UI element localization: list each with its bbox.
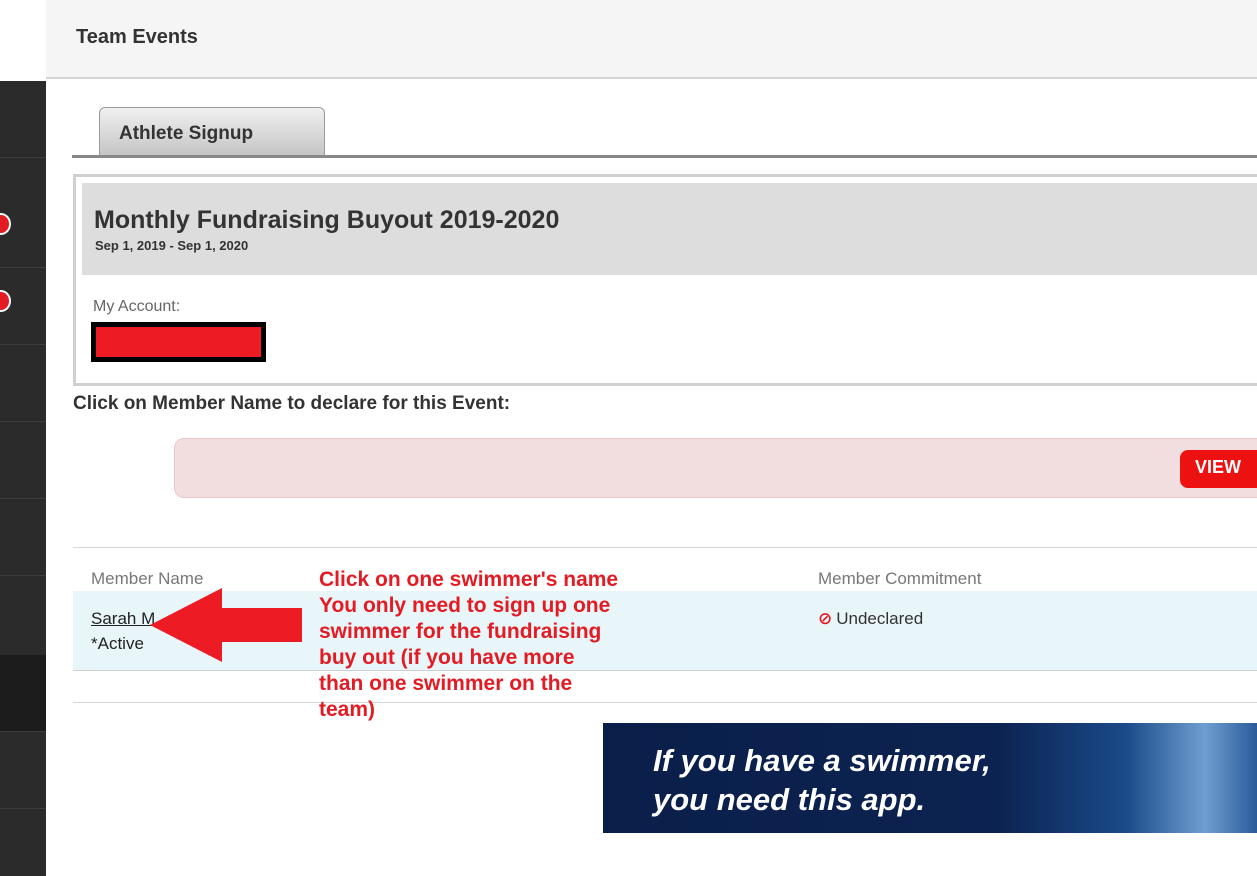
alert-box	[174, 438, 1257, 498]
sidebar-item-active[interactable]	[0, 655, 46, 732]
banner-line-2: you need this app.	[653, 782, 926, 817]
annotation-text: Click on one swimmer's name You only nee…	[319, 567, 759, 723]
sidebar-item-5[interactable]	[0, 422, 46, 499]
tab-athlete-signup[interactable]: Athlete Signup	[99, 107, 325, 156]
sidebar-item-6[interactable]	[0, 499, 46, 576]
declare-prompt: Click on Member Name to declare for this…	[73, 393, 511, 414]
banner-line-1: If you have a swimmer,	[653, 743, 991, 778]
notification-badge	[0, 290, 11, 312]
sidebar	[0, 81, 46, 876]
view-button[interactable]: VIEW	[1180, 450, 1257, 488]
annotation-line: than one swimmer on the	[319, 672, 573, 695]
annotation-line: Click on one swimmer's name	[319, 568, 619, 591]
sidebar-item-3[interactable]	[0, 268, 46, 345]
app-banner-ad[interactable]: If you have a swimmer, you need this app…	[603, 723, 1257, 833]
sidebar-item-1[interactable]	[0, 81, 46, 158]
annotation-line: buy out (if you have more	[319, 646, 575, 669]
table-divider	[73, 547, 1257, 548]
col-header-member-commitment: Member Commitment	[818, 569, 982, 588]
tab-divider	[72, 155, 1257, 158]
member-commitment: ⊘ Undeclared	[818, 609, 923, 629]
notification-badge	[0, 213, 11, 235]
sidebar-item-4[interactable]	[0, 345, 46, 422]
left-arrow-icon	[150, 588, 302, 662]
account-label: My Account:	[93, 298, 181, 315]
member-name-link[interactable]: Sarah M	[91, 609, 155, 629]
col-header-member-name: Member Name	[91, 569, 204, 588]
annotation-line: swimmer for the fundraising	[319, 620, 602, 643]
sidebar-item-2[interactable]	[0, 191, 46, 268]
event-header: Monthly Fundraising Buyout 2019-2020 Sep…	[82, 183, 1257, 275]
ban-icon: ⊘	[818, 609, 833, 628]
event-panel: Monthly Fundraising Buyout 2019-2020 Sep…	[73, 174, 1257, 386]
redacted-account	[91, 322, 266, 362]
commitment-text: Undeclared	[836, 609, 924, 628]
sidebar-item-8[interactable]	[0, 732, 46, 809]
page-header: Team Events	[46, 0, 1257, 79]
event-dates: Sep 1, 2019 - Sep 1, 2020	[95, 238, 249, 253]
annotation-line: You only need to sign up one	[319, 594, 611, 617]
annotation-line: team)	[319, 698, 376, 721]
member-status: *Active	[91, 634, 144, 653]
tab-label: Athlete Signup	[119, 123, 254, 144]
page-title: Team Events	[76, 26, 198, 48]
event-title: Monthly Fundraising Buyout 2019-2020	[94, 206, 560, 234]
banner-text: If you have a swimmer, you need this app…	[653, 741, 991, 819]
